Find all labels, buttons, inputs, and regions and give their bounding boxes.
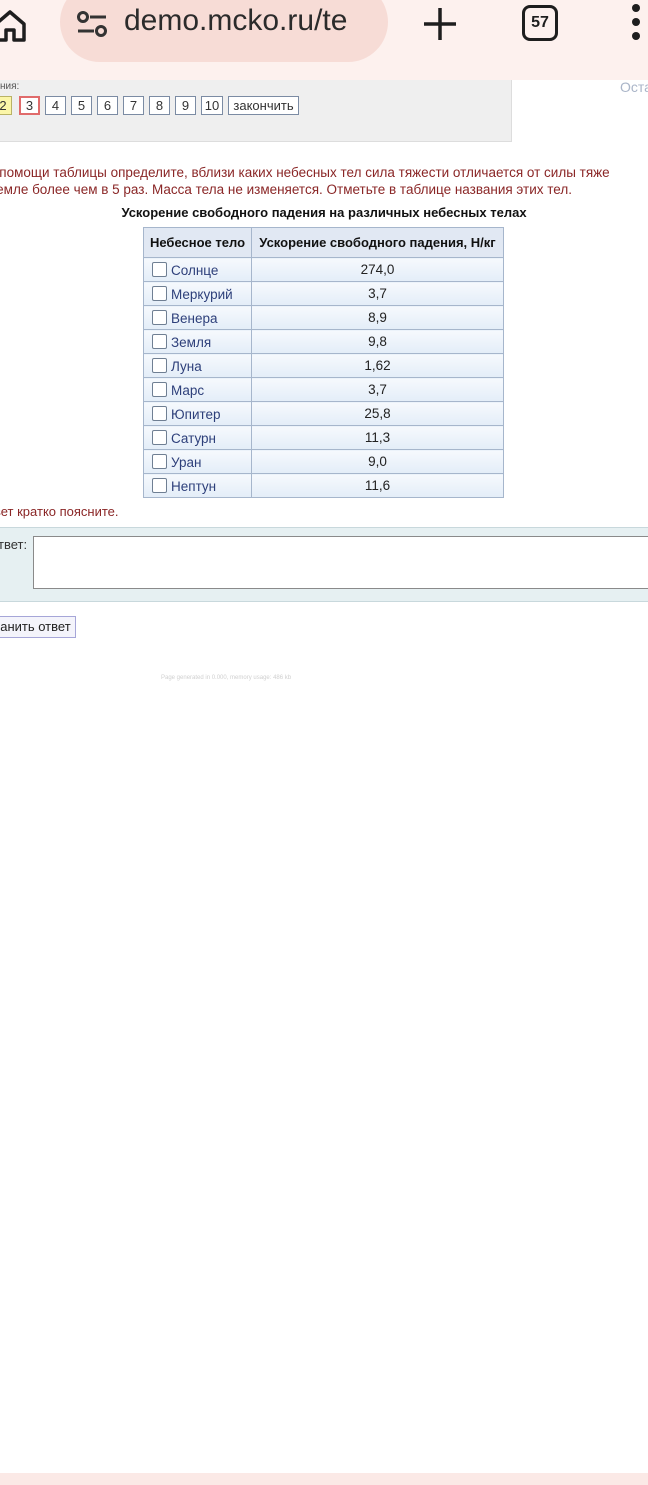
task-button-7[interactable]: 7 [123, 96, 144, 115]
table-row: Уран 9,0 [143, 449, 504, 474]
body-name: Луна [171, 358, 202, 374]
new-tab-icon[interactable] [422, 6, 458, 42]
body-name: Нептун [171, 478, 217, 494]
table-row: Венера 8,9 [143, 305, 504, 330]
home-icon[interactable] [0, 8, 30, 44]
value-cell: 9,8 [251, 329, 504, 354]
tab-switcher-icon[interactable]: 57 [522, 5, 558, 41]
body-cell: Марс [143, 377, 252, 402]
gravity-table: Небесное тело Ускорение свободного паден… [143, 227, 504, 498]
table-row: Меркурий 3,7 [143, 281, 504, 306]
save-answer-button[interactable]: ранить ответ [0, 616, 76, 638]
checkbox[interactable] [152, 357, 167, 373]
site-settings-icon[interactable] [76, 10, 108, 38]
value-cell: 11,3 [251, 425, 504, 450]
task-button-4[interactable]: 4 [45, 96, 66, 115]
question-text: и помощи таблицы определите, вблизи каки… [0, 164, 648, 198]
checkbox[interactable] [152, 405, 167, 421]
body-name: Венера [171, 310, 218, 326]
table-caption: Ускорение свободного падения на различны… [121, 205, 527, 220]
value-cell: 8,9 [251, 305, 504, 330]
question-line-1: и помощи таблицы определите, вблизи каки… [0, 165, 610, 180]
value-cell: 3,7 [251, 377, 504, 402]
browser-toolbar: demo.mcko.ru/te 57 [0, 0, 648, 80]
task-button-6[interactable]: 6 [97, 96, 118, 115]
body-name: Солнце [171, 262, 219, 278]
task-button-5[interactable]: 5 [71, 96, 92, 115]
checkbox[interactable] [152, 285, 167, 301]
body-cell: Луна [143, 353, 252, 378]
nav-label: ния: [0, 81, 20, 92]
checkbox[interactable] [152, 381, 167, 397]
checkbox[interactable] [152, 333, 167, 349]
answer-textarea[interactable] [33, 536, 648, 589]
explain-instruction: вет кратко поясните. [0, 504, 119, 519]
table-row: Луна 1,62 [143, 353, 504, 378]
question-line-2: Земле более чем в 5 раз. Масса тела не и… [0, 182, 572, 197]
time-remaining-label: Оста [620, 79, 648, 95]
body-name: Земля [171, 334, 212, 350]
value-cell: 11,6 [251, 473, 504, 498]
body-cell: Уран [143, 449, 252, 474]
body-name: Меркурий [171, 286, 233, 302]
table-row: Солнце 274,0 [143, 257, 504, 282]
body-cell: Солнце [143, 257, 252, 282]
table-row: Марс 3,7 [143, 377, 504, 402]
task-button-10[interactable]: 10 [201, 96, 223, 115]
body-cell: Сатурн [143, 425, 252, 450]
body-name: Уран [171, 454, 202, 470]
body-cell: Юпитер [143, 401, 252, 426]
table-row: Нептун 11,6 [143, 473, 504, 498]
body-name: Сатурн [171, 430, 217, 446]
value-cell: 3,7 [251, 281, 504, 306]
checkbox[interactable] [152, 477, 167, 493]
bottom-bar [0, 1473, 648, 1485]
checkbox[interactable] [152, 429, 167, 445]
body-cell: Нептун [143, 473, 252, 498]
checkbox[interactable] [152, 453, 167, 469]
table-row: Земля 9,8 [143, 329, 504, 354]
table-header-row: Небесное тело Ускорение свободного паден… [143, 227, 504, 258]
answer-label: твет: [0, 537, 28, 552]
task-button-3[interactable]: 3 [19, 96, 40, 115]
body-cell: Венера [143, 305, 252, 330]
footer-note: Page generated in 0.000, memory usage: 4… [161, 675, 292, 681]
value-cell: 9,0 [251, 449, 504, 474]
body-cell: Меркурий [143, 281, 252, 306]
value-cell: 25,8 [251, 401, 504, 426]
checkbox[interactable] [152, 261, 167, 277]
body-cell: Земля [143, 329, 252, 354]
task-button-9[interactable]: 9 [175, 96, 196, 115]
body-name: Марс [171, 382, 205, 398]
value-cell: 1,62 [251, 353, 504, 378]
column-header-acceleration: Ускорение свободного падения, Н/кг [251, 227, 504, 258]
table-row: Сатурн 11,3 [143, 425, 504, 450]
task-button-8[interactable]: 8 [149, 96, 170, 115]
body-name: Юпитер [171, 406, 221, 422]
task-button-2[interactable]: 2 [0, 96, 12, 115]
url-text[interactable]: demo.mcko.ru/te [124, 4, 378, 38]
checkbox[interactable] [152, 309, 167, 325]
value-cell: 274,0 [251, 257, 504, 282]
finish-button[interactable]: закончить [228, 96, 299, 115]
more-menu-icon[interactable] [630, 4, 642, 44]
table-row: Юпитер 25,8 [143, 401, 504, 426]
column-header-body: Небесное тело [143, 227, 252, 258]
